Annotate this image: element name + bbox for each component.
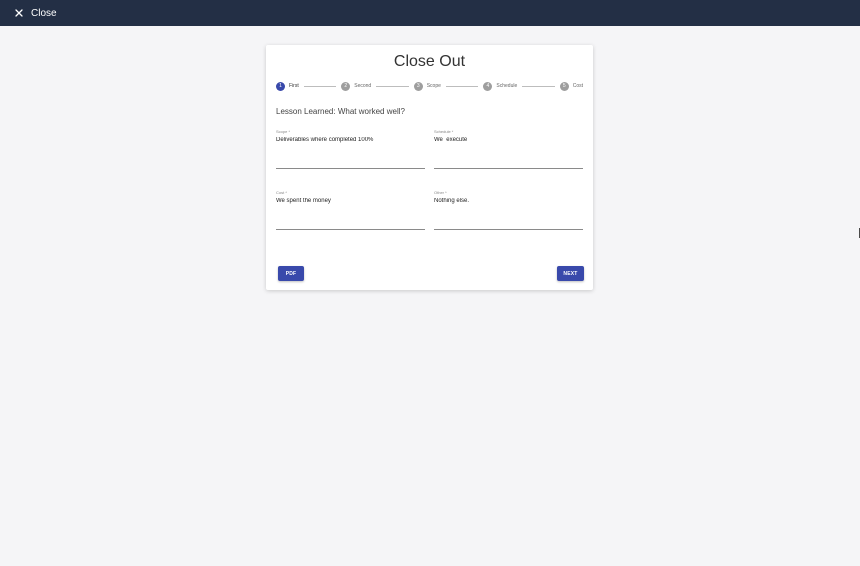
step-number: 5 [559, 81, 569, 91]
step-schedule[interactable]: 4 Schedule [483, 81, 518, 91]
step-label: First [289, 83, 299, 89]
other-field[interactable]: Other * [434, 190, 583, 230]
step-label: Scope [426, 83, 441, 89]
scope-field[interactable]: Scope * [276, 129, 425, 169]
step-label: Second [354, 83, 372, 89]
stepper: 1 First 2 Second 3 Scope 4 Schedule 5 Co… [276, 80, 583, 92]
scope-field-label: Scope * [276, 129, 291, 134]
close-icon[interactable] [14, 8, 24, 18]
pdf-button[interactable]: PDF [278, 266, 304, 281]
step-connector [376, 85, 409, 87]
step-connector [445, 85, 479, 87]
cost-field-label: Cost * [276, 190, 287, 195]
step-second[interactable]: 2 Second [341, 81, 372, 91]
cost-field[interactable]: Cost * [276, 190, 425, 230]
step-number: 2 [341, 81, 351, 91]
step-label: Cost [572, 83, 584, 89]
section-heading: Lesson Learned: What worked well? [276, 107, 405, 116]
step-label: Schedule [496, 83, 518, 89]
other-input[interactable] [434, 198, 583, 204]
schedule-field-label: Schedule * [434, 129, 454, 134]
close-out-dialog: Close Out 1 First 2 Second 3 Scope 4 Sch… [266, 45, 593, 290]
step-connector [522, 85, 555, 87]
step-number: 4 [483, 81, 493, 91]
dialog-title: Close Out [393, 53, 466, 70]
cost-input[interactable] [276, 198, 425, 204]
scope-input[interactable] [276, 137, 425, 143]
top-app-bar: Close [0, 0, 860, 26]
step-connector [303, 85, 337, 87]
schedule-input[interactable] [434, 137, 583, 143]
other-field-label: Other * [434, 190, 447, 195]
step-number: 1 [276, 81, 285, 91]
step-first[interactable]: 1 First [276, 81, 299, 91]
next-button[interactable]: NEXT [557, 266, 584, 281]
schedule-field[interactable]: Schedule * [434, 129, 583, 169]
close-button-label[interactable]: Close [31, 8, 57, 19]
step-number: 3 [413, 81, 423, 91]
step-scope[interactable]: 3 Scope [413, 81, 441, 91]
step-cost[interactable]: 5 Cost [559, 81, 584, 91]
